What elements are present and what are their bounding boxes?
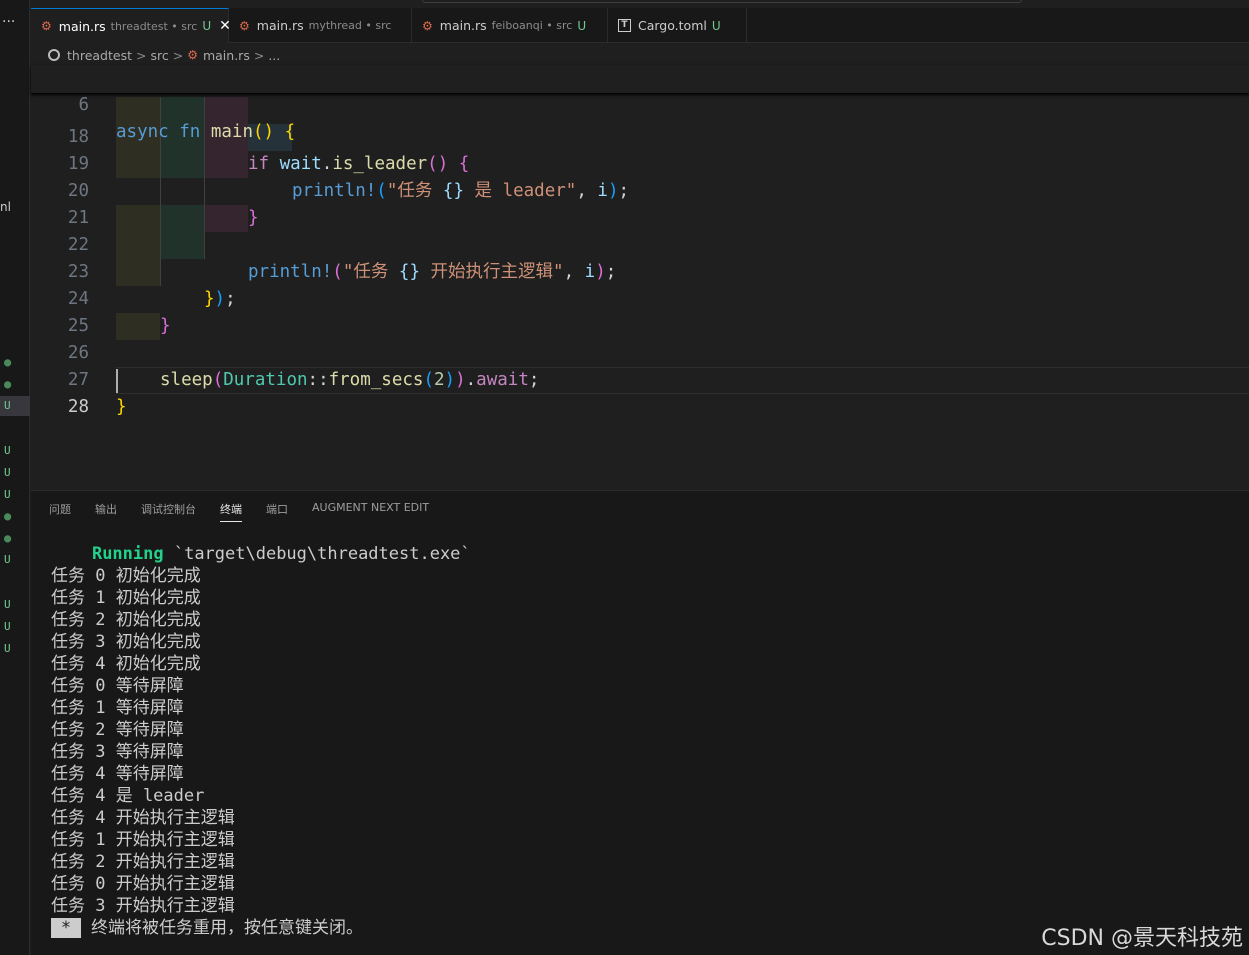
tab-terminal[interactable]: 终端 — [220, 501, 242, 522]
tab-label: main.rs — [256, 18, 304, 33]
panel-tabs: 问题 输出 调试控制台 终端 端口 AUGMENT NEXT EDIT — [49, 501, 453, 522]
reuse-marker: * — [51, 918, 81, 938]
terminal-line: 任务 3 开始执行主逻辑 — [51, 896, 235, 916]
rust-icon: ⚙ — [187, 48, 198, 62]
tab-untracked-badge: U — [202, 19, 212, 33]
bottom-panel: 问题 输出 调试控制台 终端 端口 AUGMENT NEXT EDIT Runn… — [31, 490, 1249, 955]
git-untracked-marker: U — [4, 598, 11, 611]
text-cursor — [116, 369, 118, 393]
terminal-line: 任务 4 初始化完成 — [51, 654, 201, 674]
tab-description: feiboanqi • src — [491, 19, 573, 32]
running-command: `target\debug\threadtest.exe` — [163, 544, 471, 564]
more-actions-icon[interactable]: ··· — [2, 14, 15, 30]
rust-icon: ⚙ — [422, 18, 433, 33]
tab-problems[interactable]: 问题 — [49, 501, 71, 522]
tab-description: mythread • src — [308, 19, 392, 32]
terminal-line: * 终端将被任务重用，按任意键关闭。 — [51, 917, 471, 939]
folder-circle-icon — [48, 49, 60, 61]
sticky-code-line: async fn main() { — [116, 122, 296, 142]
terminal-line: 任务 4 等待屏障 — [51, 764, 184, 784]
code-editor[interactable]: 6 async fn main() { 18 if wait.is_leader… — [31, 65, 1249, 490]
git-modified-marker: ● — [4, 509, 12, 523]
terminal-line: 任务 4 是 leader — [51, 786, 205, 806]
breadcrumb-folder[interactable]: threadtest — [67, 48, 132, 63]
chevron-right-icon: > — [172, 47, 184, 63]
terminal-line: 任务 3 初始化完成 — [51, 632, 201, 652]
git-untracked-marker: U — [4, 466, 11, 479]
breadcrumb-src[interactable]: src — [150, 48, 168, 63]
explorer-strip: ··· nl ● ● U U U U ● ● U U U U — [0, 0, 30, 955]
breadcrumb: threadtest > src > ⚙ main.rs > ... — [48, 45, 280, 65]
line-number: 28 — [67, 397, 89, 417]
reuse-message: 终端将被任务重用，按任意键关闭。 — [91, 918, 363, 938]
git-untracked-marker: U — [4, 488, 11, 501]
terminal-line: Running `target\debug\threadtest.exe` — [51, 543, 471, 565]
line-number: 6 — [78, 95, 89, 115]
tab-debug-console[interactable]: 调试控制台 — [141, 501, 196, 522]
terminal-line: 任务 0 初始化完成 — [51, 566, 201, 586]
explorer-file-fragment[interactable]: nl — [0, 200, 11, 214]
tab-main-rs-feiboanqi[interactable]: ⚙ main.rs feiboanqi • src U — [412, 8, 608, 43]
tab-description: threadtest • src — [110, 19, 198, 33]
terminal-line: 任务 1 等待屏障 — [51, 698, 184, 718]
terminal-line: 任务 1 开始执行主逻辑 — [51, 830, 235, 850]
tab-label: main.rs — [58, 18, 106, 34]
code-line: } — [116, 397, 127, 417]
watermark: CSDN @景天科技苑 — [1041, 926, 1243, 951]
terminal-line: 任务 2 开始执行主逻辑 — [51, 852, 235, 872]
git-untracked-marker: U — [4, 642, 11, 655]
terminal-line: 任务 1 初始化完成 — [51, 588, 201, 608]
git-modified-marker: ● — [4, 531, 12, 545]
terminal-line: 任务 2 等待屏障 — [51, 720, 184, 740]
terminal-line: 任务 4 开始执行主逻辑 — [51, 808, 235, 828]
editor-tabs: ⚙ main.rs threadtest • src U ✕ ⚙ main.rs… — [31, 8, 1249, 43]
running-label: Running — [91, 544, 164, 564]
git-modified-marker: ● — [4, 377, 12, 391]
terminal-line: 任务 0 开始执行主逻辑 — [51, 874, 235, 894]
tab-label: main.rs — [439, 18, 487, 33]
tab-untracked-badge: U — [711, 18, 721, 33]
terminal-line: 任务 3 等待屏障 — [51, 742, 184, 762]
sticky-scroll-header[interactable]: 6 async fn main() { — [31, 65, 1249, 142]
toml-icon: T — [618, 19, 631, 32]
terminal-line: 任务 0 等待屏障 — [51, 676, 184, 696]
git-untracked-marker: U — [4, 399, 11, 412]
git-modified-marker: ● — [4, 355, 12, 369]
tab-cargo-toml[interactable]: T Cargo.toml U — [608, 8, 747, 43]
tab-ports[interactable]: 端口 — [266, 501, 288, 522]
terminal-line: 任务 2 初始化完成 — [51, 610, 201, 630]
rust-icon: ⚙ — [41, 19, 52, 33]
tab-main-rs-mythread[interactable]: ⚙ main.rs mythread • src — [229, 8, 412, 43]
tab-main-rs-threadtest[interactable]: ⚙ main.rs threadtest • src U ✕ — [31, 8, 231, 43]
terminal-output[interactable]: Running `target\debug\threadtest.exe` 任务… — [51, 543, 471, 939]
chevron-right-icon: > — [253, 47, 265, 63]
git-untracked-marker: U — [4, 620, 11, 633]
git-untracked-marker: U — [4, 444, 11, 457]
git-untracked-marker: U — [4, 553, 11, 566]
chevron-right-icon: > — [135, 47, 147, 63]
breadcrumb-file[interactable]: main.rs — [203, 48, 250, 63]
tab-output[interactable]: 输出 — [95, 501, 117, 522]
command-center-edge — [422, 0, 1022, 3]
rust-icon: ⚙ — [239, 18, 250, 33]
breadcrumb-symbol[interactable]: ... — [268, 48, 280, 63]
tab-untracked-badge: U — [577, 18, 587, 33]
tab-label: Cargo.toml — [638, 18, 707, 33]
tab-augment-next-edit[interactable]: AUGMENT NEXT EDIT — [312, 501, 429, 522]
